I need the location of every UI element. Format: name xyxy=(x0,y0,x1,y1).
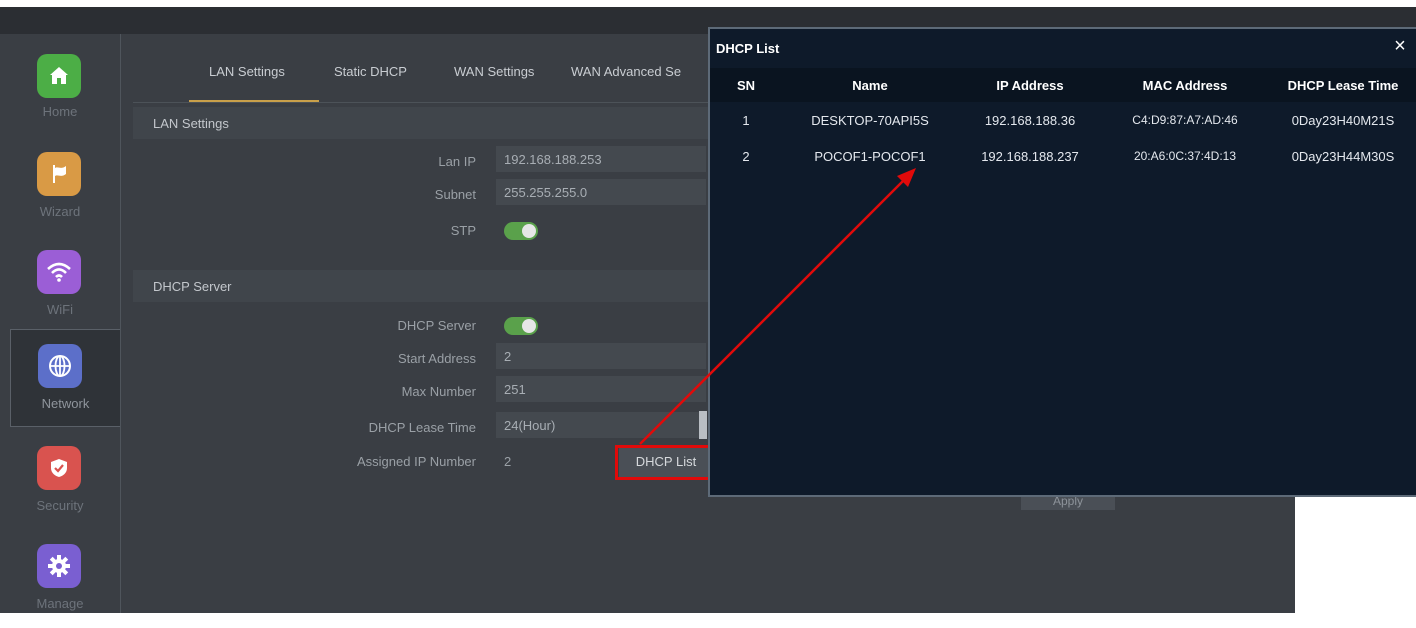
stp-toggle[interactable] xyxy=(504,222,538,240)
tab-wan-advanced[interactable]: WAN Advanced Se xyxy=(571,64,681,79)
max-number-field[interactable]: 251 xyxy=(496,376,706,402)
sidebar-item-label: Manage xyxy=(36,596,84,611)
assigned-ip-label: Assigned IP Number xyxy=(357,454,476,469)
wifi-icon xyxy=(37,250,81,294)
cell-sn: 2 xyxy=(742,149,750,164)
column-header-mac: MAC Address xyxy=(1142,78,1228,93)
sidebar-item-label: Security xyxy=(36,498,84,513)
sidebar-item-network[interactable]: Network xyxy=(10,329,120,427)
cell-name: POCOF1-POCOF1 xyxy=(814,149,926,164)
cell-sn: 1 xyxy=(742,113,750,128)
home-icon xyxy=(37,54,81,98)
annotation-highlight-box xyxy=(615,445,714,480)
sidebar-item-label: Wizard xyxy=(39,204,81,219)
close-icon[interactable]: × xyxy=(1390,33,1410,59)
tab-wan-settings[interactable]: WAN Settings xyxy=(454,64,534,79)
tab-lan-settings[interactable]: LAN Settings xyxy=(209,64,285,79)
tab-bar: LAN Settings Static DHCP WAN Settings WA… xyxy=(133,38,733,102)
sidebar-item-wizard[interactable]: Wizard xyxy=(0,138,120,236)
flag-icon xyxy=(37,152,81,196)
sidebar-item-label: WiFi xyxy=(47,302,73,317)
gear-icon xyxy=(37,544,81,588)
shield-icon xyxy=(37,446,81,490)
column-header-ip: IP Address xyxy=(996,78,1064,93)
stp-label: STP xyxy=(450,223,476,238)
sidebar-item-manage[interactable]: Manage xyxy=(0,530,120,628)
section-title: DHCP Server xyxy=(153,279,232,294)
subnet-field[interactable]: 255.255.255.0 xyxy=(496,179,706,205)
max-number-label: Max Number xyxy=(401,384,476,399)
lan-ip-label: Lan IP xyxy=(438,154,476,169)
dhcp-list-dialog: DHCP List × SN Name IP Address MAC Addre… xyxy=(708,27,1416,497)
top-band xyxy=(0,0,1416,7)
tab-static-dhcp[interactable]: Static DHCP xyxy=(334,64,407,79)
column-header-name: Name xyxy=(852,78,888,93)
column-header-sn: SN xyxy=(736,78,756,93)
cell-lease: 0Day23H40M21S xyxy=(1291,113,1395,128)
cell-mac: C4:D9:87:A7:AD:46 xyxy=(1132,113,1238,127)
cell-mac: 20:A6:0C:37:4D:13 xyxy=(1133,149,1237,163)
sidebar-item-wifi[interactable]: WiFi xyxy=(0,236,120,334)
sidebar-item-label: Home xyxy=(42,104,78,119)
cell-lease: 0Day23H44M30S xyxy=(1291,149,1395,164)
globe-icon xyxy=(38,344,82,388)
cell-ip: 192.168.188.36 xyxy=(984,113,1076,128)
sidebar-item-label: Network xyxy=(41,396,90,411)
sidebar: Home Wizard WiFi Network Security Manage xyxy=(0,34,120,613)
lan-ip-field[interactable]: 192.168.188.253 xyxy=(496,146,706,172)
sidebar-item-security[interactable]: Security xyxy=(0,432,120,530)
section-title: LAN Settings xyxy=(153,116,229,131)
lease-time-select[interactable]: 24(Hour) xyxy=(496,412,706,438)
cell-name: DESKTOP-70API5S xyxy=(811,113,929,128)
lease-time-label: DHCP Lease Time xyxy=(368,420,476,435)
column-header-lease: DHCP Lease Time xyxy=(1287,78,1399,93)
dhcp-server-toggle[interactable] xyxy=(504,317,538,335)
start-address-label: Start Address xyxy=(397,351,476,366)
cell-ip: 192.168.188.237 xyxy=(981,149,1079,164)
subnet-label: Subnet xyxy=(434,187,476,202)
dhcp-server-label: DHCP Server xyxy=(397,318,476,333)
select-scroll-handle[interactable] xyxy=(699,411,707,439)
assigned-ip-value: 2 xyxy=(504,454,512,469)
sidebar-item-home[interactable]: Home xyxy=(0,40,120,138)
start-address-field[interactable]: 2 xyxy=(496,343,706,369)
table-header: SN Name IP Address MAC Address DHCP Leas… xyxy=(710,68,1416,102)
dialog-title: DHCP List xyxy=(716,41,780,56)
